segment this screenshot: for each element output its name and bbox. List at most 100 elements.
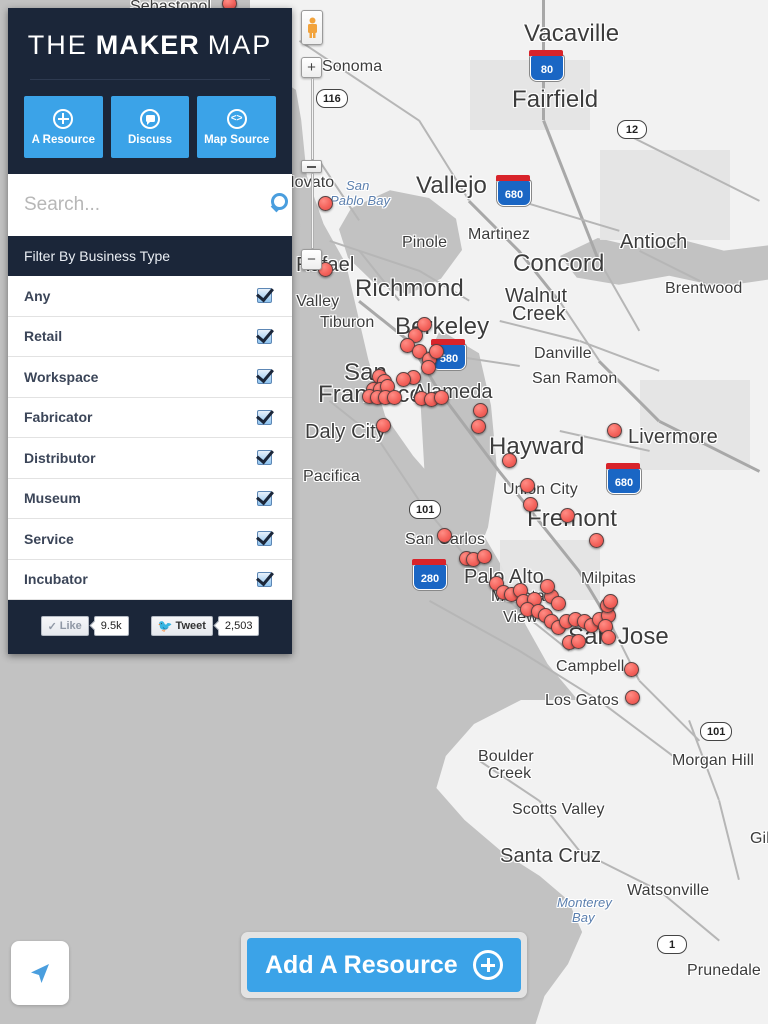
map-water-label: Monterey bbox=[557, 895, 612, 910]
twitter-tweet-widget[interactable]: 🐦 Tweet 2,503 bbox=[150, 616, 260, 636]
zoom-in-button[interactable]: + bbox=[301, 57, 322, 78]
filter-row-label: Service bbox=[24, 530, 74, 547]
filter-row-label: Incubator bbox=[24, 571, 88, 588]
map-label: Martinez bbox=[468, 226, 531, 243]
search-icon[interactable] bbox=[269, 192, 288, 218]
navigation-arrow-icon bbox=[31, 964, 49, 983]
map-label: Creek bbox=[512, 303, 566, 325]
search-bar[interactable] bbox=[8, 174, 292, 236]
street-view-pegman-icon[interactable] bbox=[301, 10, 323, 45]
map-zoom-controls[interactable]: + − bbox=[301, 10, 323, 270]
map-marker[interactable] bbox=[571, 634, 586, 649]
twitter-tweet-count: 2,503 bbox=[217, 616, 260, 636]
checkbox-checked-icon[interactable] bbox=[257, 531, 272, 547]
map-marker[interactable] bbox=[396, 372, 411, 387]
app-logo: THE MAKER MAP bbox=[8, 30, 292, 79]
map-marker[interactable] bbox=[520, 478, 535, 493]
map-marker[interactable] bbox=[471, 419, 486, 434]
map-marker[interactable] bbox=[473, 403, 488, 418]
map-marker[interactable] bbox=[387, 390, 402, 405]
filter-row-fabricator[interactable]: Fabricator bbox=[8, 397, 292, 438]
route-shield-interstate: 680 bbox=[606, 463, 641, 494]
filter-row-retail[interactable]: Retail bbox=[8, 316, 292, 357]
map-label: Antioch bbox=[620, 231, 688, 253]
map-region-shade bbox=[600, 150, 730, 240]
sidebar-panel: THE MAKER MAP A Resource Discuss <> Map … bbox=[8, 8, 292, 654]
filter-row-label: Museum bbox=[24, 490, 81, 507]
map-label: Creek bbox=[488, 765, 532, 782]
map-marker[interactable] bbox=[434, 390, 449, 405]
map-marker[interactable] bbox=[560, 508, 575, 523]
logo-word-maker: MAKER bbox=[95, 30, 200, 60]
route-shield-interstate: 680 bbox=[496, 175, 531, 206]
facebook-like-count: 9.5k bbox=[93, 616, 129, 636]
filter-row-incubator[interactable]: Incubator bbox=[8, 559, 292, 600]
map-label: Morgan Hill bbox=[672, 752, 755, 769]
map-label: Santa Cruz bbox=[500, 845, 602, 867]
map-label: Livermore bbox=[628, 426, 718, 448]
add-a-resource-cta-label: Add A Resource bbox=[265, 950, 458, 979]
checkbox-checked-icon[interactable] bbox=[257, 328, 272, 344]
facebook-like-button[interactable]: ✓ Like bbox=[40, 616, 89, 636]
map-label: Pinole bbox=[402, 234, 448, 251]
code-brackets-circle-icon: <> bbox=[226, 108, 247, 129]
map-marker[interactable] bbox=[625, 690, 640, 705]
route-shield-state: 101 bbox=[409, 500, 442, 519]
filter-section-title: Filter By Business Type bbox=[8, 236, 292, 276]
filter-row-museum[interactable]: Museum bbox=[8, 478, 292, 519]
zoom-slider-thumb[interactable] bbox=[301, 160, 322, 173]
map-label: Concord bbox=[513, 250, 605, 277]
twitter-tweet-button[interactable]: 🐦 Tweet bbox=[150, 616, 213, 636]
facebook-like-widget[interactable]: ✓ Like 9.5k bbox=[40, 616, 129, 636]
map-label: Danville bbox=[534, 345, 592, 362]
plus-circle-icon bbox=[473, 950, 503, 980]
map-marker[interactable] bbox=[607, 423, 622, 438]
zoom-slider-track-upper[interactable] bbox=[310, 78, 314, 160]
checkbox-checked-icon[interactable] bbox=[257, 490, 272, 506]
map-marker[interactable] bbox=[540, 579, 555, 594]
checkbox-checked-icon[interactable] bbox=[257, 571, 272, 587]
facebook-like-label: Like bbox=[59, 620, 82, 632]
map-label: Pacifica bbox=[303, 468, 360, 485]
map-label: Brentwood bbox=[665, 280, 743, 297]
add-a-resource-cta-inner[interactable]: Add A Resource bbox=[247, 938, 521, 992]
logo-word-map: MAP bbox=[207, 30, 273, 60]
filter-row-any[interactable]: Any bbox=[8, 276, 292, 317]
plus-circle-icon bbox=[53, 108, 74, 129]
map-marker[interactable] bbox=[477, 549, 492, 564]
map-marker[interactable] bbox=[523, 497, 538, 512]
map-marker[interactable] bbox=[376, 418, 391, 433]
zoom-slider-track-lower[interactable] bbox=[310, 173, 314, 249]
checkbox-checked-icon[interactable] bbox=[257, 450, 272, 466]
checkbox-checked-icon[interactable] bbox=[257, 369, 272, 385]
map-marker[interactable] bbox=[601, 630, 616, 645]
map-water-label: San bbox=[346, 178, 370, 193]
map-marker[interactable] bbox=[421, 360, 436, 375]
filter-row-label: Fabricator bbox=[24, 409, 93, 426]
map-marker[interactable] bbox=[589, 533, 604, 548]
map-label: Daly City bbox=[305, 421, 386, 443]
add-a-resource-cta[interactable]: Add A Resource bbox=[241, 932, 527, 998]
filter-row-workspace[interactable]: Workspace bbox=[8, 357, 292, 398]
map-marker[interactable] bbox=[437, 528, 452, 543]
map-marker[interactable] bbox=[551, 596, 566, 611]
map-marker[interactable] bbox=[624, 662, 639, 677]
logo-word-the: THE bbox=[27, 30, 88, 60]
add-a-resource-button[interactable]: A Resource bbox=[24, 96, 103, 158]
map-marker[interactable] bbox=[603, 594, 618, 609]
map-source-button[interactable]: <> Map Source bbox=[197, 96, 277, 158]
zoom-out-button[interactable]: − bbox=[301, 249, 322, 270]
map-label: Scotts Valley bbox=[512, 801, 605, 818]
header-divider bbox=[30, 79, 270, 80]
checkbox-checked-icon[interactable] bbox=[257, 288, 272, 304]
filter-row-service[interactable]: Service bbox=[8, 519, 292, 560]
locate-me-button[interactable] bbox=[11, 941, 69, 1005]
filter-row-distributor[interactable]: Distributor bbox=[8, 438, 292, 479]
map-marker[interactable] bbox=[429, 344, 444, 359]
map-marker[interactable] bbox=[502, 453, 517, 468]
sidebar-header: THE MAKER MAP A Resource Discuss <> Map … bbox=[8, 8, 292, 174]
map-label: Los Gatos bbox=[545, 692, 619, 709]
discuss-button[interactable]: Discuss bbox=[110, 96, 190, 158]
checkbox-checked-icon[interactable] bbox=[257, 409, 272, 425]
search-input[interactable] bbox=[24, 194, 269, 216]
